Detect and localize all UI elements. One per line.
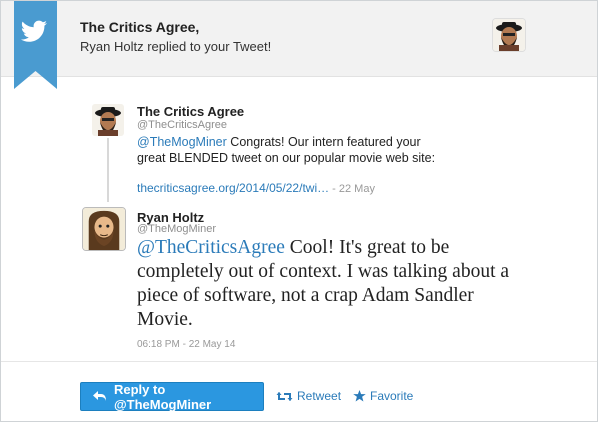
- reply-tweet-author-handle[interactable]: @TheMogMiner: [137, 223, 216, 235]
- actions-divider: [1, 361, 597, 362]
- original-tweet-author-handle[interactable]: @TheCriticsAgree: [137, 119, 227, 131]
- favorite-label: Favorite: [370, 389, 414, 403]
- original-tweet-url-link[interactable]: thecriticsagree.org/2014/05/22/twi…: [137, 181, 329, 195]
- sender-avatar[interactable]: [493, 19, 525, 51]
- reply-tweet-timestamp[interactable]: 06:18 PM - 22 May 14: [137, 339, 235, 350]
- twitter-ribbon-icon: [14, 1, 57, 89]
- original-tweet-author-name[interactable]: The Critics Agree: [137, 104, 244, 119]
- original-tweet-avatar[interactable]: [92, 104, 124, 136]
- reply-button[interactable]: Reply to @TheMogMiner: [80, 381, 264, 412]
- notification-header: The Critics Agree, Ryan Holtz replied to…: [1, 1, 597, 89]
- original-tweet-link-row: thecriticsagree.org/2014/05/22/twi… - 22…: [137, 181, 375, 195]
- original-tweet-text: @TheMogMiner Congrats! Our intern featur…: [137, 134, 437, 166]
- retweet-icon: [276, 391, 293, 402]
- favorite-button[interactable]: Favorite: [353, 389, 413, 403]
- email-notification-card: The Critics Agree, Ryan Holtz replied to…: [0, 0, 598, 422]
- original-tweet-timestamp[interactable]: - 22 May: [329, 183, 375, 195]
- notification-subtitle: Ryan Holtz replied to your Tweet!: [80, 39, 272, 54]
- retweet-label: Retweet: [297, 389, 342, 403]
- star-icon: [353, 390, 366, 402]
- reply-tweet-text: @TheCriticsAgree Cool! It's great to be …: [137, 236, 529, 332]
- reply-arrow-icon: [93, 391, 107, 402]
- critics-avatar-image: [493, 19, 525, 51]
- reply-tweet-mention-link[interactable]: @TheCriticsAgree: [137, 237, 285, 258]
- reply-tweet-avatar[interactable]: [82, 207, 126, 251]
- critics-avatar-image: [92, 104, 124, 136]
- conversation-thread-line: [107, 138, 109, 202]
- retweet-button[interactable]: Retweet: [276, 389, 341, 403]
- ryan-holtz-avatar-image: [83, 208, 125, 250]
- original-tweet-mention-link[interactable]: @TheMogMiner: [137, 135, 227, 149]
- reply-button-label: Reply to @TheMogMiner: [114, 381, 212, 412]
- notification-title: The Critics Agree,: [80, 19, 200, 35]
